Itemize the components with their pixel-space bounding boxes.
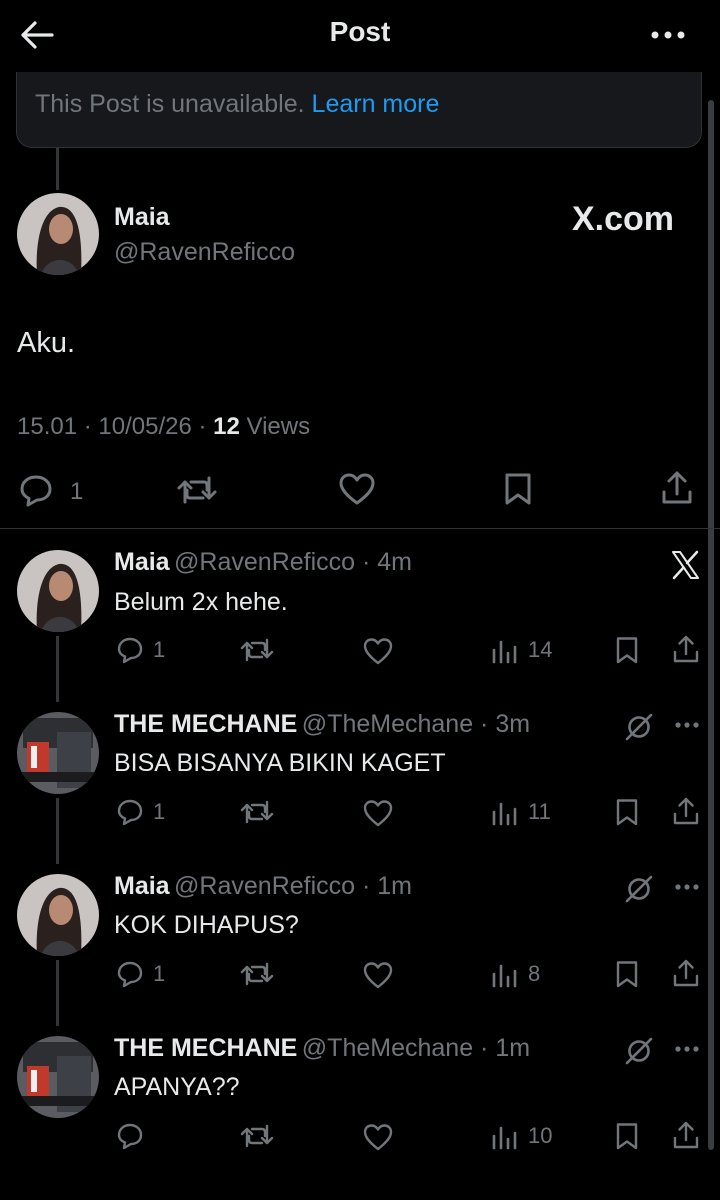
reply-time: 4m	[377, 548, 413, 576]
post-metadata: 15.01 · 10/05/26 · 12 Views	[17, 413, 311, 440]
share-icon[interactable]	[672, 1120, 700, 1150]
reply-author-handle[interactable]: @RavenReficco	[174, 548, 355, 576]
reply-icon[interactable]	[18, 472, 54, 508]
reply-text: Belum 2x hehe.	[114, 588, 288, 616]
like-icon[interactable]	[338, 472, 376, 506]
bookmark-icon[interactable]	[614, 798, 640, 826]
reply-author-name[interactable]: THE MECHANE	[114, 710, 297, 738]
avatar[interactable]	[17, 874, 99, 956]
reply-author-handle[interactable]: @TheMechane	[302, 1034, 473, 1062]
share-icon[interactable]	[672, 958, 700, 988]
share-icon[interactable]	[672, 634, 700, 664]
more-options-icon[interactable]	[674, 721, 700, 729]
avatar[interactable]	[17, 712, 99, 794]
reply-count: 1	[153, 637, 166, 662]
views-count: 8	[528, 961, 541, 986]
reply-author-handle[interactable]: @TheMechane	[302, 710, 473, 738]
reply-header: THE MECHANE @TheMechane · 3m	[114, 710, 531, 738]
repost-icon[interactable]	[240, 961, 274, 987]
post-time: 15.01	[17, 413, 78, 440]
scrollbar[interactable]	[708, 100, 714, 1150]
reply-count: 1	[153, 961, 166, 986]
post-date: 10/05/26	[98, 413, 192, 440]
repost-icon[interactable]	[240, 799, 274, 825]
divider	[0, 528, 720, 529]
reply-time: 1m	[377, 872, 413, 900]
reply-text: KOK DIHAPUS?	[114, 911, 299, 939]
thread-line	[56, 798, 59, 864]
grok-icon[interactable]	[624, 874, 654, 904]
like-icon[interactable]	[362, 1123, 394, 1151]
page-title: Post	[329, 16, 391, 47]
like-icon[interactable]	[362, 799, 394, 827]
bookmark-icon[interactable]	[614, 960, 640, 988]
avatar[interactable]	[17, 550, 99, 632]
reply-author-name[interactable]: Maia	[114, 872, 170, 900]
like-icon[interactable]	[362, 961, 394, 989]
reply-text: APANYA??	[114, 1073, 240, 1101]
reply-header: Maia @RavenReficco · 1m	[114, 872, 413, 900]
views-count: 10	[528, 1123, 553, 1148]
reply-count: 1	[70, 478, 84, 505]
bookmark-icon[interactable]	[502, 472, 534, 506]
notice-text: This Post is unavailable.	[35, 90, 305, 118]
views-label: Views	[246, 413, 311, 440]
reply-icon[interactable]	[116, 798, 144, 826]
like-icon[interactable]	[362, 637, 394, 665]
repost-icon[interactable]	[240, 1123, 274, 1149]
author-name[interactable]: Maia	[114, 203, 170, 232]
unavailable-notice: This Post is unavailable. Learn more	[16, 72, 702, 148]
share-icon[interactable]	[660, 470, 694, 506]
reply-icon[interactable]	[116, 636, 144, 664]
thread-line	[56, 148, 59, 190]
views-count: 14	[528, 637, 553, 662]
analytics-icon[interactable]	[490, 800, 518, 826]
author-handle[interactable]: @RavenReficco	[114, 238, 295, 267]
bookmark-icon[interactable]	[614, 636, 640, 664]
reply-header: Maia @RavenReficco · 4m	[114, 548, 413, 576]
reply-author-name[interactable]: THE MECHANE	[114, 1034, 297, 1062]
more-options-icon[interactable]	[650, 30, 686, 40]
reply-time: 3m	[495, 710, 531, 738]
share-icon[interactable]	[672, 796, 700, 826]
repost-icon[interactable]	[176, 474, 218, 506]
reply-text: BISA BISANYA BIKIN KAGET	[114, 749, 446, 777]
reply-icon[interactable]	[116, 1122, 144, 1150]
avatar[interactable]	[17, 1036, 99, 1118]
analytics-icon[interactable]	[490, 638, 518, 664]
repost-icon[interactable]	[240, 637, 274, 663]
thread-line	[56, 960, 59, 1026]
reply-count: 1	[153, 799, 166, 824]
reply-icon[interactable]	[116, 960, 144, 988]
views-count: 11	[528, 799, 551, 824]
post-text: Aku.	[17, 327, 76, 359]
reply-author-name[interactable]: Maia	[114, 548, 170, 576]
more-options-icon[interactable]	[674, 883, 700, 891]
reply-author-handle[interactable]: @RavenReficco	[174, 872, 355, 900]
x-logo-icon	[670, 550, 700, 580]
more-options-icon[interactable]	[674, 1045, 700, 1053]
bookmark-icon[interactable]	[614, 1122, 640, 1150]
thread-line	[56, 636, 59, 702]
reply-header: THE MECHANE @TheMechane · 1m	[114, 1034, 531, 1062]
avatar[interactable]	[17, 193, 99, 275]
grok-icon[interactable]	[624, 712, 654, 742]
x-com-watermark: X.com	[572, 200, 675, 238]
learn-more-link[interactable]: Learn more	[312, 90, 440, 118]
analytics-icon[interactable]	[490, 1124, 518, 1150]
reply-time: 1m	[495, 1034, 531, 1062]
grok-icon[interactable]	[624, 1036, 654, 1066]
analytics-icon[interactable]	[490, 962, 518, 988]
views-count: 12	[213, 413, 240, 440]
